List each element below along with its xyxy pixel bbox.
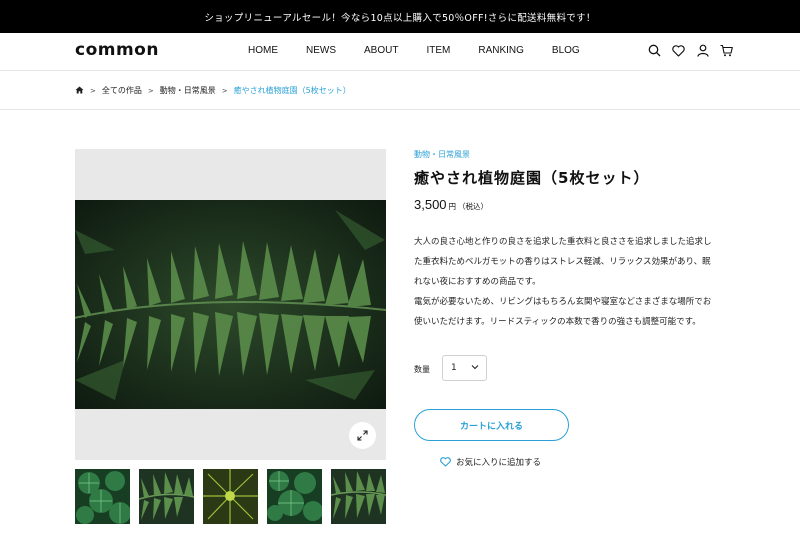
thumbnail-strip (75, 469, 386, 524)
search-icon[interactable] (647, 43, 662, 58)
thumbnail-2[interactable] (139, 469, 194, 524)
announcement-text: ショップリニューアルセール！今なら10点以上購入で50％OFF!さらに配送料無料… (204, 12, 596, 24)
breadcrumb-all-works[interactable]: 全ての作品 (102, 85, 142, 96)
chevron-down-icon (471, 362, 479, 375)
breadcrumb-separator: > (221, 86, 228, 95)
nav-blog[interactable]: BLOG (552, 45, 580, 56)
product-main-image (75, 149, 386, 460)
announcement-bar: ショップリニューアルセール！今なら10点以上購入で50％OFF!さらに配送料無料… (0, 0, 800, 33)
description-line: た重衣料ためベルガモットの香りはストレス軽減、リラックス効果があり、眠 (414, 257, 711, 267)
add-to-favorites-link[interactable]: お気に入りに追加する (440, 456, 541, 468)
site-logo[interactable]: common (75, 40, 159, 60)
header-icons (647, 43, 734, 58)
product-info: 動物・日常風景 癒やされ植物庭園（5枚セット） 3,500 円（税込） (414, 149, 734, 212)
breadcrumb-current: 癒やされ植物庭園（5枚セット） (233, 86, 351, 95)
description-line: 使いいただけます。リードスティックの本数で香りの強さも調整可能です。 (414, 317, 701, 327)
cart-icon[interactable] (719, 43, 734, 58)
thumbnail-4[interactable] (267, 469, 322, 524)
heart-icon (440, 457, 451, 467)
product-description: 大人の良さ心地と作りの良さを追求した重衣料と良ささを追求しました追求し た重衣料… (414, 232, 734, 332)
description-line: 大人の良さ心地と作りの良さを追求した重衣料と良ささを追求しました追求し (414, 237, 712, 247)
nav-ranking[interactable]: RANKING (478, 45, 524, 56)
quantity-value: 1 (451, 363, 457, 373)
nav-home[interactable]: HOME (248, 45, 278, 56)
home-icon[interactable] (75, 86, 84, 96)
price-unit: 円 (448, 202, 457, 211)
add-to-cart-button[interactable]: カートに入れる (414, 409, 569, 441)
nav-item[interactable]: ITEM (426, 45, 450, 56)
thumbnail-5[interactable] (331, 469, 386, 524)
nav-news[interactable]: NEWS (306, 45, 336, 56)
favorite-label: お気に入りに追加する (456, 458, 542, 468)
description-line: れない夜におすすめの商品です。 (414, 277, 541, 287)
nav-about[interactable]: ABOUT (364, 45, 398, 56)
expand-icon (357, 426, 368, 445)
heart-icon[interactable] (671, 43, 686, 58)
expand-image-button[interactable] (349, 422, 376, 449)
thumbnail-1[interactable] (75, 469, 130, 524)
main-nav: HOME NEWS ABOUT ITEM RANKING BLOG (248, 45, 580, 56)
breadcrumb-category[interactable]: 動物・日常風景 (160, 85, 216, 96)
breadcrumb-divider (0, 109, 800, 110)
site-header: common HOME NEWS ABOUT ITEM RANKING BLOG (0, 33, 800, 71)
thumbnail-3[interactable] (203, 469, 258, 524)
breadcrumb-separator: > (90, 86, 96, 95)
quantity-label: 数量 (414, 365, 430, 374)
breadcrumb-separator: > (147, 86, 154, 95)
product-category[interactable]: 動物・日常風景 (414, 149, 734, 160)
price-value: 3,500 (414, 197, 447, 212)
user-icon[interactable] (695, 43, 710, 58)
product-price: 3,500 円（税込） (414, 197, 734, 212)
breadcrumb: > 全ての作品 > 動物・日常風景 > 癒やされ植物庭園（5枚セット） (75, 85, 351, 96)
description-line: 電気が必要ないため、リビングはもちろん玄関や寝室などさまざまな場所でお (414, 297, 712, 307)
quantity-select[interactable]: 1 (442, 355, 487, 381)
fern-photo (75, 200, 386, 409)
tax-note: （税込） (458, 202, 489, 211)
product-title: 癒やされ植物庭園（5枚セット） (414, 169, 650, 187)
